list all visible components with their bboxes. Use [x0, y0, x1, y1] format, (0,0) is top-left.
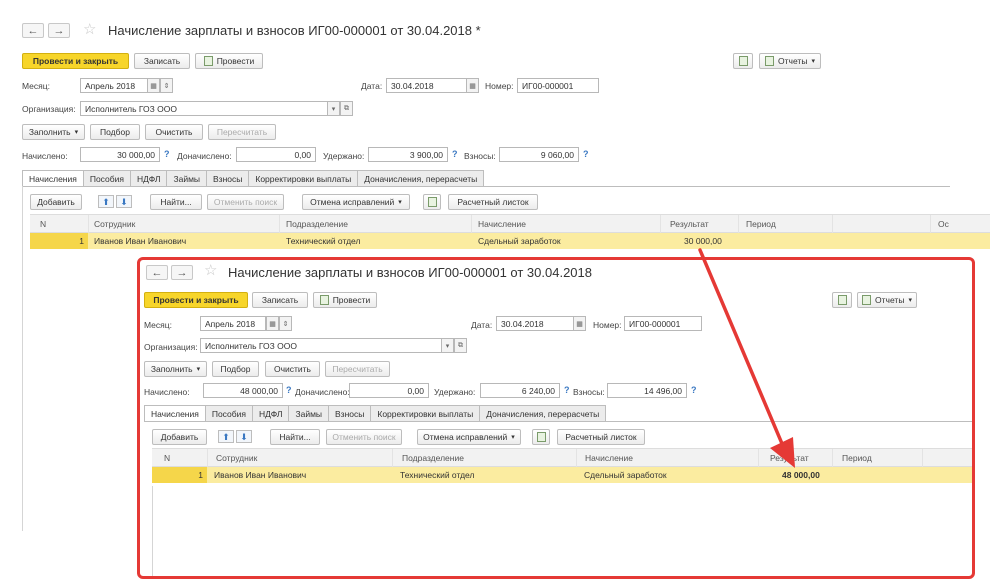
arrow-shaft [698, 248, 785, 448]
red-arrow-icon [698, 248, 795, 468]
